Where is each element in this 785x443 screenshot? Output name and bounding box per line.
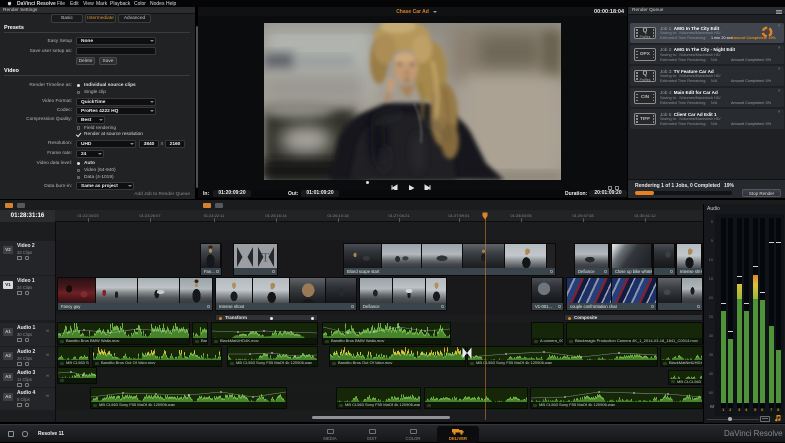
svg-text:T: T xyxy=(262,250,270,265)
